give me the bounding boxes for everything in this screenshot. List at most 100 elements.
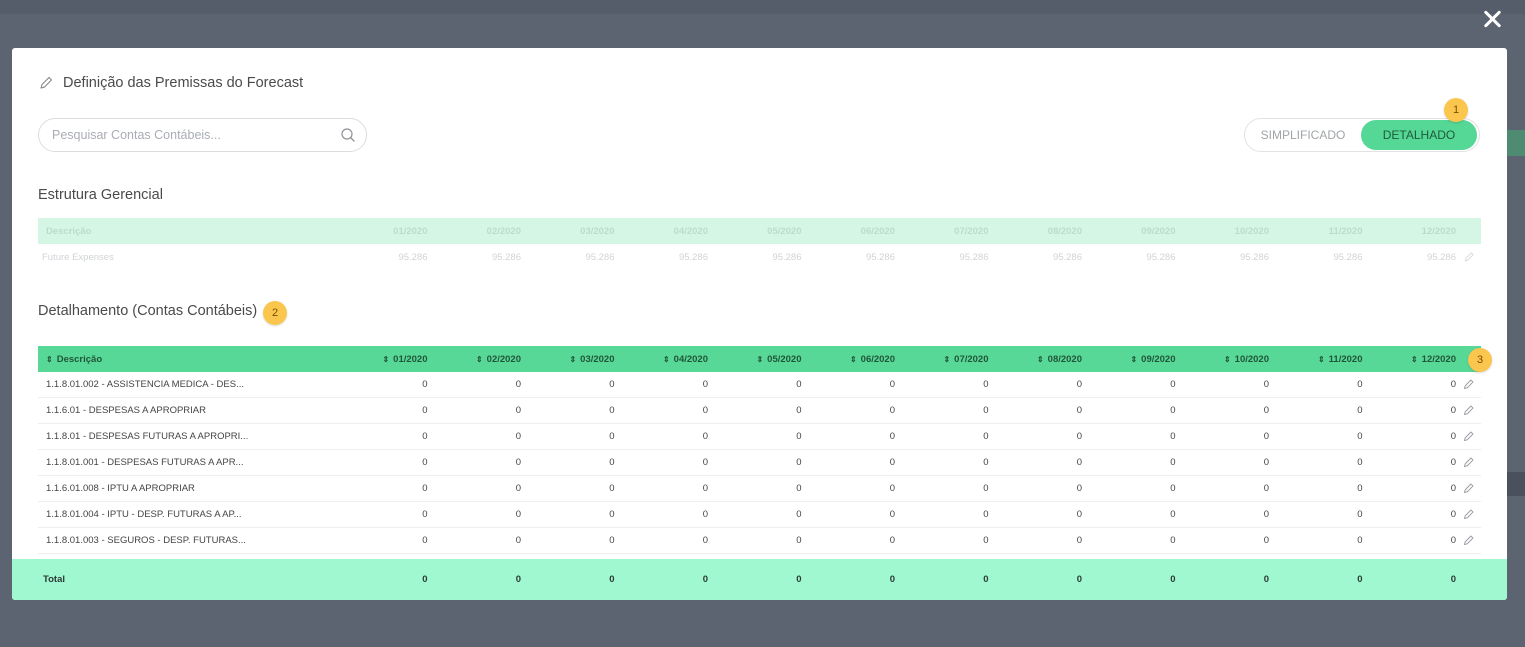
column-header-label: 08/2020 xyxy=(1047,353,1082,365)
table-body: 1.1.8.01.002 - ASSISTENCIA MEDICA - DES.… xyxy=(38,372,1481,554)
sort-icon[interactable]: ⇕ xyxy=(1411,355,1418,364)
row-value: 0 xyxy=(1263,379,1269,390)
column-header-label: 04/2020 xyxy=(673,353,708,365)
sort-icon[interactable]: ⇕ xyxy=(850,355,857,364)
pencil-icon[interactable] xyxy=(1462,456,1475,469)
view-toggle[interactable]: SIMPLIFICADO DETALHADO xyxy=(1244,118,1480,152)
sort-icon[interactable]: ⇕ xyxy=(1224,355,1231,364)
row-value: 0 xyxy=(796,483,802,494)
row-value: 0 xyxy=(1263,483,1269,494)
total-value: 0 xyxy=(1263,574,1269,585)
total-value: 0 xyxy=(796,574,802,585)
column-header[interactable]: ⇕ 03/2020 xyxy=(525,354,619,365)
table-row: 1.1.8.01.002 - ASSISTENCIA MEDICA - DES.… xyxy=(38,372,1481,398)
search-input[interactable] xyxy=(52,128,340,142)
sort-icon[interactable]: ⇕ xyxy=(476,355,483,364)
column-header[interactable]: ⇕ 08/2020 xyxy=(993,354,1087,365)
row-value: 0 xyxy=(796,405,802,416)
sort-icon[interactable]: ⇕ xyxy=(943,355,950,364)
pencil-icon[interactable] xyxy=(1462,430,1475,443)
search-icon[interactable] xyxy=(340,127,356,143)
row-value: 0 xyxy=(796,457,802,468)
sort-icon[interactable]: ⇕ xyxy=(46,355,53,364)
column-header: 08/2020 xyxy=(1047,225,1082,237)
row-value: 0 xyxy=(1450,509,1456,520)
pencil-icon[interactable] xyxy=(1462,508,1475,521)
column-header-label: 06/2020 xyxy=(860,353,895,365)
sort-icon[interactable]: ⇕ xyxy=(1130,355,1137,364)
column-header[interactable]: ⇕ 01/2020 xyxy=(338,354,432,365)
column-header[interactable]: ⇕ 10/2020 xyxy=(1180,354,1274,365)
row-value: 0 xyxy=(515,405,521,416)
toggle-detailed[interactable]: DETALHADO xyxy=(1361,120,1477,150)
edit-button[interactable] xyxy=(1460,456,1481,469)
column-header[interactable]: ⇕ 02/2020 xyxy=(432,354,526,365)
pencil-icon[interactable] xyxy=(1463,251,1475,263)
edit-button[interactable] xyxy=(1460,378,1481,391)
total-value: 0 xyxy=(889,574,895,585)
edit-button[interactable] xyxy=(1460,508,1481,521)
row-value: 0 xyxy=(422,457,428,468)
column-header[interactable]: ⇕ 04/2020 xyxy=(619,354,713,365)
row-value: 0 xyxy=(1170,379,1176,390)
row-value: 0 xyxy=(422,535,428,546)
row-value: 0 xyxy=(609,405,615,416)
total-value: 0 xyxy=(983,574,989,585)
sort-icon[interactable]: ⇕ xyxy=(1037,355,1044,364)
sort-icon[interactable]: ⇕ xyxy=(756,355,763,364)
sort-icon[interactable]: ⇕ xyxy=(569,355,576,364)
row-value: 0 xyxy=(609,535,615,546)
column-header[interactable]: ⇕ 11/2020 xyxy=(1273,354,1367,365)
column-header-description[interactable]: ⇕ Descrição xyxy=(38,354,338,365)
column-header[interactable]: ⇕ 12/2020 xyxy=(1367,354,1461,365)
column-header: 06/2020 xyxy=(860,225,895,237)
step-badge-3: 3 xyxy=(1468,348,1492,372)
pencil-icon[interactable] xyxy=(1462,404,1475,417)
row-value: 0 xyxy=(1263,457,1269,468)
row-description: Future Expenses xyxy=(42,251,114,263)
column-header-label: 02/2020 xyxy=(486,353,521,365)
edit-button[interactable] xyxy=(1460,251,1481,263)
row-value: 0 xyxy=(889,535,895,546)
pencil-icon[interactable] xyxy=(1462,378,1475,391)
column-header: 11/2020 xyxy=(1328,225,1363,237)
column-header[interactable]: ⇕ 07/2020 xyxy=(899,354,993,365)
row-value: 0 xyxy=(983,509,989,520)
edit-button[interactable] xyxy=(1460,404,1481,417)
row-value: 0 xyxy=(702,431,708,442)
edit-button[interactable] xyxy=(1460,482,1481,495)
row-value: 0 xyxy=(422,509,428,520)
pencil-icon xyxy=(40,76,53,89)
search-field[interactable] xyxy=(38,118,367,152)
row-value: 0 xyxy=(1170,431,1176,442)
pencil-icon[interactable] xyxy=(1462,482,1475,495)
column-header-label: 01/2020 xyxy=(393,353,428,365)
column-header: 04/2020 xyxy=(673,225,708,237)
row-value: 0 xyxy=(1450,535,1456,546)
total-value: 0 xyxy=(702,574,708,585)
toggle-simplified[interactable]: SIMPLIFICADO xyxy=(1245,120,1361,150)
row-value: 0 xyxy=(796,535,802,546)
edit-button[interactable] xyxy=(1460,534,1481,547)
column-header[interactable]: ⇕ 06/2020 xyxy=(806,354,900,365)
table-header: Descrição 01/2020 02/2020 03/2020 04/202… xyxy=(38,218,1481,244)
close-icon[interactable] xyxy=(1481,8,1503,30)
modal-header: Definição das Premissas do Forecast xyxy=(38,75,303,91)
row-value: 0 xyxy=(1263,431,1269,442)
forecast-modal: Definição das Premissas do Forecast SIMP… xyxy=(12,48,1507,600)
column-header: 01/2020 xyxy=(393,225,428,237)
row-value: 0 xyxy=(1263,535,1269,546)
gerencial-table: Descrição 01/2020 02/2020 03/2020 04/202… xyxy=(38,218,1481,270)
sort-icon[interactable]: ⇕ xyxy=(663,355,670,364)
edit-button[interactable] xyxy=(1460,430,1481,443)
column-header[interactable]: ⇕ 09/2020 xyxy=(1086,354,1180,365)
row-value: 0 xyxy=(1357,509,1363,520)
table-header: ⇕ Descrição ⇕ 01/2020 ⇕ 02/2020 ⇕ 03/2020 ⇕ 0… xyxy=(38,346,1481,372)
row-value: 95.286 xyxy=(398,251,428,263)
pencil-icon[interactable] xyxy=(1462,534,1475,547)
sort-icon[interactable]: ⇕ xyxy=(1318,355,1325,364)
row-value: 0 xyxy=(1076,457,1082,468)
total-value: 0 xyxy=(609,574,615,585)
column-header[interactable]: ⇕ 05/2020 xyxy=(712,354,806,365)
sort-icon[interactable]: ⇕ xyxy=(382,355,389,364)
